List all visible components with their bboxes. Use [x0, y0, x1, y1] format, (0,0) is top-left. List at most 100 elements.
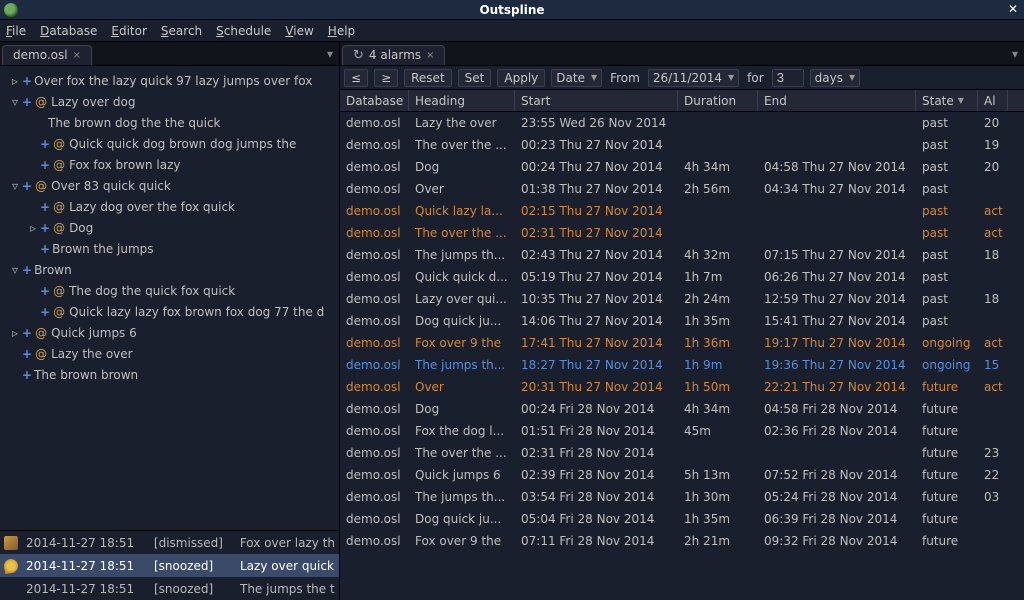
close-icon[interactable]: ✕: [1008, 2, 1018, 16]
refresh-icon[interactable]: ↻: [353, 48, 364, 63]
filter-toolbar: ≤ ≥ Reset Set Apply Date▼ From 26/11/201…: [340, 66, 1024, 90]
menu-editor[interactable]: Editor: [111, 24, 147, 38]
cell-end: 04:34 Thu 27 Nov 2014: [758, 182, 916, 196]
tree-item[interactable]: ▹+@Quick jumps 6: [2, 322, 337, 343]
table-row[interactable]: demo.oslOver20:31 Thu 27 Nov 20141h 50m2…: [340, 376, 1024, 398]
alarm-icon: @: [35, 95, 47, 109]
notification-row[interactable]: 2014-11-27 18:51[snoozed]Lazy over quick: [0, 554, 339, 577]
cell-state: ongoing: [916, 336, 978, 350]
snoozed-icon: [3, 557, 19, 573]
table-row[interactable]: demo.oslLazy the over23:55 Wed 26 Nov 20…: [340, 112, 1024, 134]
alarm-icon: @: [35, 326, 47, 340]
ge-button[interactable]: ≥: [374, 69, 398, 87]
col-heading[interactable]: Heading: [409, 90, 515, 111]
tab-alarms[interactable]: ↻ 4 alarms ×: [342, 45, 445, 65]
col-start[interactable]: Start: [515, 90, 678, 111]
cell-heading: Over: [409, 182, 515, 196]
cell-start: 23:55 Wed 26 Nov 2014: [515, 116, 678, 130]
cell-start: 01:51 Fri 28 Nov 2014: [515, 424, 678, 438]
cell-state: future: [916, 534, 978, 548]
col-end[interactable]: End: [758, 90, 916, 111]
table-row[interactable]: demo.oslFox over 9 the17:41 Thu 27 Nov 2…: [340, 332, 1024, 354]
cell-state: past: [916, 182, 978, 196]
cell-heading: The jumps th...: [409, 358, 515, 372]
menu-schedule[interactable]: Schedule: [216, 24, 271, 38]
tree-item[interactable]: +The brown brown: [2, 364, 337, 385]
tab-close-icon[interactable]: ×: [73, 50, 81, 61]
outline-tree[interactable]: ▹+Over fox the lazy quick 97 lazy jumps …: [0, 66, 339, 530]
cell-duration: 1h 50m: [678, 380, 758, 394]
cell-heading: The jumps th...: [409, 490, 515, 504]
tab-overflow-icon[interactable]: ▾: [1012, 47, 1018, 61]
tree-item[interactable]: The brown dog the the quick: [2, 112, 337, 133]
tab-overflow-icon[interactable]: ▾: [327, 47, 333, 61]
tree-item[interactable]: +@Quick quick dog brown dog jumps the: [2, 133, 337, 154]
table-row[interactable]: demo.oslFox over 9 the07:11 Fri 28 Nov 2…: [340, 530, 1024, 552]
tree-item[interactable]: +@Lazy the over: [2, 343, 337, 364]
table-row[interactable]: demo.oslDog quick ju...05:04 Fri 28 Nov …: [340, 508, 1024, 530]
apply-button[interactable]: Apply: [497, 69, 545, 87]
tree-item[interactable]: +@The dog the quick fox quick: [2, 280, 337, 301]
tree-item[interactable]: ▹+@Dog: [2, 217, 337, 238]
tree-item[interactable]: +@Quick lazy lazy fox brown fox dog 77 t…: [2, 301, 337, 322]
cell-start: 02:43 Thu 27 Nov 2014: [515, 248, 678, 262]
cell-al: 23: [978, 446, 1008, 460]
cell-state: past: [916, 226, 978, 240]
tree-item[interactable]: +@Lazy dog over the fox quick: [2, 196, 337, 217]
cell-end: 05:24 Fri 28 Nov 2014: [758, 490, 916, 504]
le-button[interactable]: ≤: [344, 69, 368, 87]
cell-start: 05:04 Fri 28 Nov 2014: [515, 512, 678, 526]
table-row[interactable]: demo.oslThe jumps th...18:27 Thu 27 Nov …: [340, 354, 1024, 376]
col-state[interactable]: State▼: [916, 90, 978, 111]
field-select[interactable]: Date▼: [551, 69, 602, 87]
notif-status: [snoozed]: [154, 559, 232, 573]
date-select[interactable]: 26/11/2014▼: [648, 69, 739, 87]
menu-view[interactable]: View: [285, 24, 313, 38]
table-row[interactable]: demo.oslQuick jumps 602:39 Fri 28 Nov 20…: [340, 464, 1024, 486]
tree-item[interactable]: ▿+@Over 83 quick quick: [2, 175, 337, 196]
notification-row[interactable]: 2014-11-27 18:51[snoozed]The jumps the t: [0, 577, 339, 600]
table-row[interactable]: demo.oslQuick quick d...05:19 Thu 27 Nov…: [340, 266, 1024, 288]
cell-start: 14:06 Thu 27 Nov 2014: [515, 314, 678, 328]
col-duration[interactable]: Duration: [678, 90, 758, 111]
tree-item[interactable]: +@Fox fox brown lazy: [2, 154, 337, 175]
unit-select-value: days: [815, 71, 843, 85]
table-row[interactable]: demo.oslDog quick ju...14:06 Thu 27 Nov …: [340, 310, 1024, 332]
notification-row[interactable]: 2014-11-27 18:51[dismissed]Fox over lazy…: [0, 531, 339, 554]
menu-search[interactable]: Search: [161, 24, 202, 38]
col-database[interactable]: Database: [340, 90, 409, 111]
tree-item[interactable]: ▹+Over fox the lazy quick 97 lazy jumps …: [2, 70, 337, 91]
table-row[interactable]: demo.oslDog00:24 Thu 27 Nov 20144h 34m04…: [340, 156, 1024, 178]
cell-heading: Dog: [409, 160, 515, 174]
menu-help[interactable]: Help: [328, 24, 355, 38]
reset-button[interactable]: Reset: [404, 69, 452, 87]
table-row[interactable]: demo.oslOver01:38 Thu 27 Nov 20142h 56m0…: [340, 178, 1024, 200]
cell-duration: 45m: [678, 424, 758, 438]
tab-close-icon[interactable]: ×: [426, 50, 434, 61]
menu-database[interactable]: Database: [40, 24, 97, 38]
cell-database: demo.osl: [340, 358, 409, 372]
table-row[interactable]: demo.oslThe over the ...00:23 Thu 27 Nov…: [340, 134, 1024, 156]
table-row[interactable]: demo.oslFox the dog l...01:51 Fri 28 Nov…: [340, 420, 1024, 442]
menu-file[interactable]: File: [6, 24, 26, 38]
table-row[interactable]: demo.oslThe jumps th...02:43 Thu 27 Nov …: [340, 244, 1024, 266]
table-row[interactable]: demo.oslQuick lazy la...02:15 Thu 27 Nov…: [340, 200, 1024, 222]
tree-item-label: Brown: [34, 263, 72, 277]
count-input[interactable]: [772, 69, 804, 87]
tree-item[interactable]: ▿+Brown: [2, 259, 337, 280]
set-button[interactable]: Set: [458, 69, 492, 87]
tree-item[interactable]: ▿+@Lazy over dog: [2, 91, 337, 112]
table-row[interactable]: demo.oslThe jumps th...03:54 Fri 28 Nov …: [340, 486, 1024, 508]
cell-database: demo.osl: [340, 490, 409, 504]
table-row[interactable]: demo.oslLazy over qui...10:35 Thu 27 Nov…: [340, 288, 1024, 310]
tree-item[interactable]: +Brown the jumps: [2, 238, 337, 259]
cell-end: 06:39 Fri 28 Nov 2014: [758, 512, 916, 526]
tab-demo-osl[interactable]: demo.osl ×: [2, 45, 92, 65]
table-row[interactable]: demo.oslThe over the ...02:31 Thu 27 Nov…: [340, 222, 1024, 244]
unit-select[interactable]: days▼: [810, 69, 860, 87]
table-row[interactable]: demo.oslThe over the ...02:31 Fri 28 Nov…: [340, 442, 1024, 464]
col-al[interactable]: Al: [978, 90, 1008, 111]
table-row[interactable]: demo.oslDog00:24 Fri 28 Nov 20144h 34m04…: [340, 398, 1024, 420]
alarm-grid[interactable]: demo.oslLazy the over23:55 Wed 26 Nov 20…: [340, 112, 1024, 600]
tree-item-label: Dog: [69, 221, 93, 235]
